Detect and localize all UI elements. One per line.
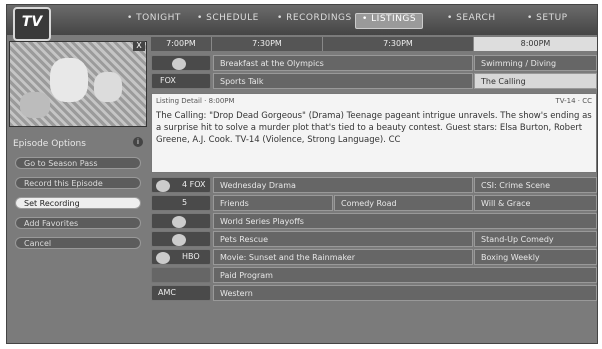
option-record-episode[interactable]: Record this Episode <box>15 177 141 189</box>
program-cell[interactable]: Wednesday Drama <box>213 177 473 193</box>
channel-icon <box>156 252 170 264</box>
channel-row: Breakfast at the Olympics Swimming / Div… <box>151 55 597 72</box>
program-cell[interactable]: Stand-Up Comedy <box>474 231 597 247</box>
channel-icon <box>172 234 186 246</box>
time-slot-selected: 8:00PM <box>474 37 597 51</box>
channel-logo[interactable] <box>151 55 211 71</box>
description-text: The Calling: "Drop Dead Gorgeous" (Drama… <box>156 111 592 145</box>
program-cell[interactable]: Sports Talk <box>213 73 473 89</box>
time-slot: 7:00PM <box>151 37 212 51</box>
channel-logo[interactable]: FOX <box>151 73 211 89</box>
program-description-panel: Listing Detail · 8:00PM TV-14 · CC The C… <box>151 93 597 173</box>
channel-number: 4 FOX <box>182 180 206 189</box>
channel-number: FOX <box>160 76 176 85</box>
options-title: Episode Options <box>13 139 86 149</box>
program-cell[interactable]: Swimming / Diving <box>474 55 597 71</box>
channel-number: AMC <box>158 288 176 297</box>
channel-icon <box>156 180 170 192</box>
program-cell[interactable]: Paid Program <box>213 267 597 283</box>
program-cell[interactable]: Friends <box>213 195 333 211</box>
time-header: 7:00PM 7:30PM 7:30PM 8:00PM <box>151 37 597 51</box>
program-cell[interactable]: Will & Grace <box>474 195 597 211</box>
program-preview-image <box>9 41 147 127</box>
rating-badge: TV-14 · CC <box>555 97 592 105</box>
nav-search[interactable]: • SEARCH <box>447 13 496 27</box>
channel-logo[interactable] <box>151 267 211 283</box>
nav-setup[interactable]: • SETUP <box>527 13 568 27</box>
left-panel: X Episode Options i Go to Season Pass Re… <box>9 41 147 341</box>
listings-grid: 7:00PM 7:30PM 7:30PM 8:00PM Breakfast at… <box>151 37 597 341</box>
channel-logo[interactable] <box>151 231 211 247</box>
channel-logo[interactable]: 4 FOX <box>151 177 211 193</box>
channel-icon <box>172 216 186 228</box>
time-slot: 7:30PM <box>323 37 474 51</box>
tv-guide-screen: TV • TONIGHT • SCHEDULE • RECORDINGS • L… <box>6 4 598 344</box>
channel-logo[interactable]: 5 <box>151 195 211 211</box>
nav-listings[interactable]: • LISTINGS <box>355 13 424 29</box>
channel-logo[interactable]: AMC <box>151 285 211 301</box>
channel-icon <box>172 58 186 70</box>
option-cancel[interactable]: Cancel <box>15 237 141 249</box>
channel-logo[interactable]: HBO <box>151 249 211 265</box>
program-cell[interactable]: World Series Playoffs <box>213 213 597 229</box>
channel-number: HBO <box>182 252 200 261</box>
channel-row: 5 Friends Comedy Road Will & Grace <box>151 195 597 212</box>
channel-row: AMC Western <box>151 285 597 302</box>
program-cell[interactable]: Boxing Weekly <box>474 249 597 265</box>
nav-recordings[interactable]: • RECORDINGS <box>277 13 352 27</box>
channel-row: FOX Sports Talk The Calling <box>151 73 597 90</box>
program-cell[interactable]: Pets Rescue <box>213 231 473 247</box>
channel-row: Pets Rescue Stand-Up Comedy <box>151 231 597 248</box>
program-cell[interactable]: Movie: Sunset and the Rainmaker <box>213 249 473 265</box>
option-set-recording[interactable]: Set Recording <box>15 197 141 209</box>
program-cell-selected[interactable]: The Calling <box>474 73 597 89</box>
info-icon[interactable]: i <box>133 137 143 147</box>
option-add-favorites[interactable]: Add Favorites <box>15 217 141 229</box>
close-preview-button[interactable]: X <box>133 41 145 51</box>
channel-row: World Series Playoffs <box>151 213 597 230</box>
nav-schedule[interactable]: • SCHEDULE <box>197 13 259 27</box>
channel-number: 5 <box>182 198 188 207</box>
program-cell[interactable]: Breakfast at the Olympics <box>213 55 473 71</box>
program-cell[interactable]: Western <box>213 285 597 301</box>
channel-row: 4 FOX Wednesday Drama CSI: Crime Scene <box>151 177 597 194</box>
time-slot: 7:30PM <box>212 37 323 51</box>
description-header: Listing Detail · 8:00PM <box>156 97 235 105</box>
tv-logo: TV <box>13 7 51 41</box>
program-cell[interactable]: CSI: Crime Scene <box>474 177 597 193</box>
program-cell[interactable]: Comedy Road <box>334 195 473 211</box>
nav-tonight[interactable]: • TONIGHT <box>127 13 181 27</box>
option-season-pass[interactable]: Go to Season Pass <box>15 157 141 169</box>
top-navigation: TV • TONIGHT • SCHEDULE • RECORDINGS • L… <box>7 5 597 41</box>
channel-row: Paid Program <box>151 267 597 284</box>
channel-logo[interactable] <box>151 213 211 229</box>
channel-row: HBO Movie: Sunset and the Rainmaker Boxi… <box>151 249 597 266</box>
